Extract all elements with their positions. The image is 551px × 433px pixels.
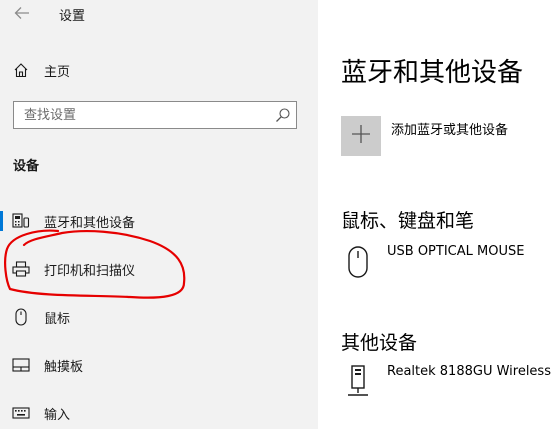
usb-device-icon	[341, 364, 375, 400]
sidebar-item-touchpad[interactable]: 触摸板	[0, 345, 318, 385]
mouse-icon	[11, 308, 31, 326]
nav-home[interactable]: 主页	[0, 50, 318, 90]
device-name: Realtek 8188GU Wireless LAN	[387, 364, 551, 379]
main-content: 蓝牙和其他设备 添加蓝牙或其他设备 鼠标、键盘和笔 USB OPTICAL MO…	[318, 0, 551, 429]
keyboard-icon	[11, 404, 31, 422]
sidebar-item-label: 蓝牙和其他设备	[44, 216, 136, 231]
sidebar-item-mouse[interactable]: 鼠标	[0, 297, 318, 337]
back-arrow-icon	[14, 5, 30, 24]
nav-home-label: 主页	[44, 65, 71, 80]
device-name: USB OPTICAL MOUSE	[387, 244, 525, 259]
sidebar-item-typing[interactable]: 输入	[0, 393, 318, 433]
add-device-tile[interactable]	[341, 116, 381, 156]
touchpad-icon	[11, 356, 31, 374]
mouse-icon	[341, 244, 375, 280]
sidebar-item-printers[interactable]: 打印机和扫描仪	[0, 249, 318, 289]
sidebar-item-label: 打印机和扫描仪	[44, 264, 136, 279]
search-box[interactable]	[13, 101, 297, 129]
bluetooth-devices-icon	[11, 212, 31, 230]
window-title: 设置	[59, 9, 86, 24]
page-title: 蓝牙和其他设备	[341, 58, 524, 88]
add-device-label[interactable]: 添加蓝牙或其他设备	[391, 119, 508, 138]
section-header-input-devices: 鼠标、键盘和笔	[341, 210, 475, 232]
section-header-devices: 设备	[13, 159, 40, 174]
home-icon	[11, 61, 31, 79]
sidebar-item-label: 触摸板	[44, 360, 84, 375]
printer-icon	[11, 260, 31, 278]
back-button[interactable]	[6, 0, 38, 28]
plus-icon	[351, 124, 371, 148]
sidebar-item-label: 输入	[44, 408, 71, 423]
sidebar-item-label: 鼠标	[44, 312, 71, 327]
sidebar: 设置 主页 设备	[0, 0, 318, 429]
search-icon[interactable]	[275, 107, 291, 123]
search-input[interactable]	[14, 102, 264, 128]
section-header-other-devices: 其他设备	[341, 332, 418, 354]
sidebar-item-bluetooth[interactable]: 蓝牙和其他设备	[0, 201, 318, 241]
